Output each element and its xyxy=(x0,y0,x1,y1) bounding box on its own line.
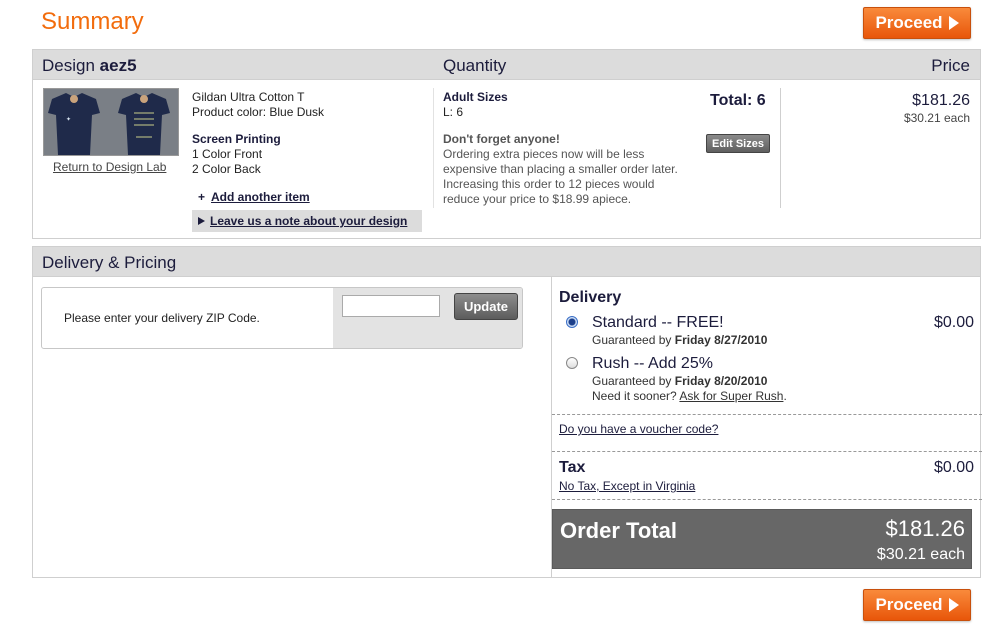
rush-option-label[interactable]: Rush -- Add 25% xyxy=(592,355,713,373)
price-each: $30.21 each xyxy=(903,111,970,125)
quantity-heading: Quantity xyxy=(443,56,507,75)
page-title: Summary xyxy=(41,8,144,35)
plus-icon: + xyxy=(198,190,206,204)
standard-guarantee: Guaranteed by Friday 8/27/2010 xyxy=(592,333,767,347)
design-heading: Design aez5 xyxy=(42,56,137,76)
return-to-design-lab-link[interactable]: Return to Design Lab xyxy=(53,160,166,174)
rush-radio[interactable] xyxy=(566,357,578,369)
product-details: Gildan Ultra Cotton T Product color: Blu… xyxy=(192,90,324,177)
svg-text:✦: ✦ xyxy=(66,116,71,123)
voucher-code-link[interactable]: Do you have a voucher code? xyxy=(559,422,718,436)
summary-header: Design aez5 Quantity Price xyxy=(33,50,980,80)
summary-panel: Design aez5 Quantity Price ✦ Return to D… xyxy=(32,49,981,239)
zip-code-input[interactable] xyxy=(342,295,440,317)
divider xyxy=(552,499,982,500)
triangle-right-icon xyxy=(198,217,205,225)
rush-sooner: Need it sooner? Ask for Super Rush. xyxy=(592,389,787,403)
order-total-price: $181.26 xyxy=(885,516,965,541)
price-heading: Price xyxy=(931,56,970,75)
proceed-button-bottom[interactable]: Proceed xyxy=(863,589,971,621)
delivery-title: Delivery xyxy=(559,289,622,306)
divider xyxy=(552,414,982,415)
price-total: $181.26 xyxy=(912,92,970,109)
total-quantity: Total: 6 xyxy=(710,92,766,109)
edit-sizes-button[interactable]: Edit Sizes xyxy=(706,134,770,153)
delivery-pricing-heading: Delivery & Pricing xyxy=(42,253,177,272)
guarantee-date: Friday 8/27/2010 xyxy=(674,333,768,347)
zip-prompt: Please enter your delivery ZIP Code. xyxy=(64,311,260,325)
super-rush-link[interactable]: Ask for Super Rush xyxy=(679,389,783,403)
leave-note-link[interactable]: Leave us a note about your design xyxy=(192,210,422,232)
order-total-label: Order Total xyxy=(560,518,677,543)
tax-price: $0.00 xyxy=(933,459,974,476)
design-prefix: Design xyxy=(42,56,95,75)
delivery-pricing-panel: Delivery & Pricing Please enter your del… xyxy=(32,246,982,578)
upsell-text: Ordering extra pieces now will be less e… xyxy=(443,147,678,206)
tshirt-preview-image[interactable]: ✦ xyxy=(43,88,179,156)
order-total-bar: Order Total $181.26 $30.21 each xyxy=(552,509,972,569)
tax-title: Tax xyxy=(559,459,586,476)
proceed-label: Proceed xyxy=(875,13,943,32)
proceed-label: Proceed xyxy=(875,595,943,614)
add-item-label: Add another item xyxy=(211,190,310,204)
upsell-title: Don't forget anyone! xyxy=(443,132,560,146)
rush-guarantee: Guaranteed by Friday 8/20/2010 xyxy=(592,374,767,388)
guarantee-prefix: Guaranteed by xyxy=(592,374,672,388)
standard-option-label[interactable]: Standard -- FREE! xyxy=(592,314,724,332)
divider xyxy=(780,88,781,208)
standard-radio[interactable] xyxy=(566,316,578,328)
proceed-button-top[interactable]: Proceed xyxy=(863,7,971,39)
print-back: 2 Color Back xyxy=(192,162,261,176)
sooner-prefix: Need it sooner? xyxy=(592,389,677,403)
design-name: aez5 xyxy=(99,56,137,75)
play-arrow-icon xyxy=(948,16,959,30)
delivery-options: Delivery Standard -- FREE! Guaranteed by… xyxy=(551,277,982,577)
zip-code-box: Please enter your delivery ZIP Code. Upd… xyxy=(41,287,523,349)
update-button[interactable]: Update xyxy=(454,293,518,320)
tax-note-link[interactable]: No Tax, Except in Virginia xyxy=(559,479,695,493)
add-another-item-link[interactable]: + Add another item xyxy=(198,190,310,204)
print-front: 1 Color Front xyxy=(192,147,263,161)
note-label: Leave us a note about your design xyxy=(210,214,408,228)
play-arrow-icon xyxy=(948,598,959,612)
standard-price: $0.00 xyxy=(933,314,974,331)
product-color: Product color: Blue Dusk xyxy=(192,105,325,119)
product-name: Gildan Ultra Cotton T xyxy=(192,90,305,104)
guarantee-date: Friday 8/20/2010 xyxy=(674,374,768,388)
delivery-pricing-header: Delivery & Pricing xyxy=(33,247,980,277)
guarantee-prefix: Guaranteed by xyxy=(592,333,672,347)
divider xyxy=(433,88,434,208)
upsell-message: Don't forget anyone! Ordering extra piec… xyxy=(443,132,693,207)
divider xyxy=(552,451,982,452)
order-total-each: $30.21 each xyxy=(876,546,965,563)
print-method: Screen Printing xyxy=(192,132,281,146)
zip-input-area: Update xyxy=(333,288,522,348)
